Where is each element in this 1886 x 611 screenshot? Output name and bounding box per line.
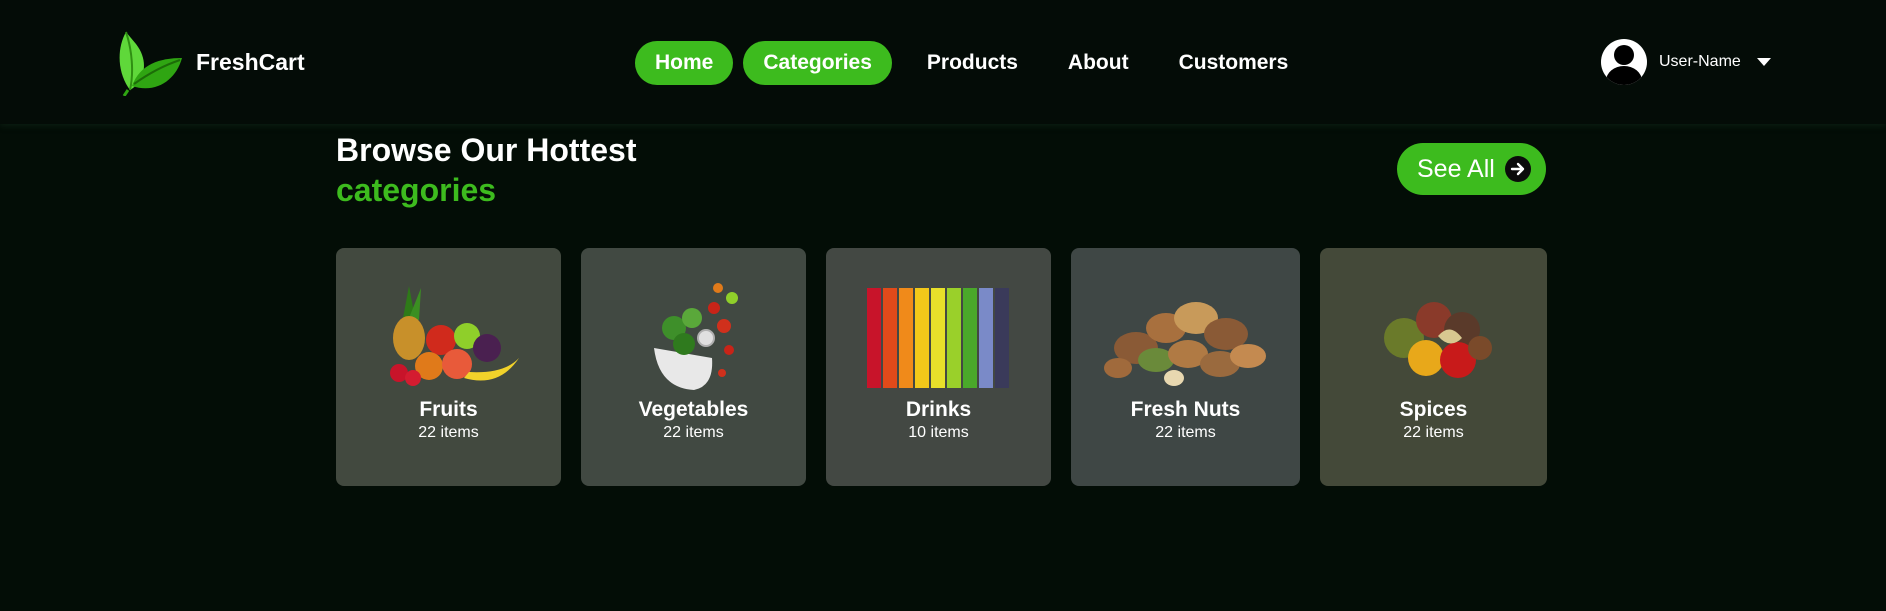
nav-products[interactable]: Products [902,41,1043,85]
section-subtitle: categories [336,172,497,208]
category-card-spices[interactable]: Spices 22 items [1320,248,1547,486]
category-name: Vegetables [638,398,749,421]
category-count: 22 items [418,424,479,441]
nav-about[interactable]: About [1043,41,1154,85]
main-nav: Home Categories Products About Customers [635,41,1313,85]
user-menu[interactable]: User-Name [1601,39,1771,85]
see-all-label: See All [1417,154,1495,183]
leaf-logo-icon [119,31,182,96]
category-card-drinks[interactable]: Drinks 10 items [826,248,1051,486]
category-name: Fruits [419,398,478,421]
nav-customers[interactable]: Customers [1154,41,1314,85]
nav-home[interactable]: Home [635,41,734,85]
arrow-right-circle-icon [1504,156,1531,182]
category-count: 22 items [1403,424,1464,441]
category-count: 22 items [663,424,724,441]
see-all-button[interactable]: See All [1397,143,1546,195]
category-count: 10 items [908,424,969,441]
nuts-image [1103,302,1266,386]
spices-image [1383,302,1492,378]
vegetables-image [653,283,738,390]
category-count: 22 items [1155,424,1216,441]
section-heading: Browse Our Hottest categories [336,130,636,210]
category-card-fresh-nuts[interactable]: Fresh Nuts 22 items [1071,248,1300,486]
drinks-image [866,288,1009,388]
category-card-vegetables[interactable]: Vegetables 22 items [581,248,806,486]
category-name: Fresh Nuts [1130,398,1241,421]
brand-name: FreshCart [196,48,305,75]
user-avatar-icon[interactable] [1601,39,1647,85]
caret-down-icon[interactable] [1756,58,1771,66]
section-title: Browse Our Hottest [336,132,637,168]
category-card-fruits[interactable]: Fruits 22 items [336,248,561,486]
fruits-image [389,286,519,386]
category-name: Drinks [905,398,972,421]
nav-categories[interactable]: Categories [743,41,892,85]
top-header: FreshCart Home Categories Products About… [0,0,1886,124]
user-name[interactable]: User-Name [1659,53,1741,71]
category-name: Spices [1399,398,1468,421]
brand-logo[interactable]: FreshCart [114,28,305,96]
